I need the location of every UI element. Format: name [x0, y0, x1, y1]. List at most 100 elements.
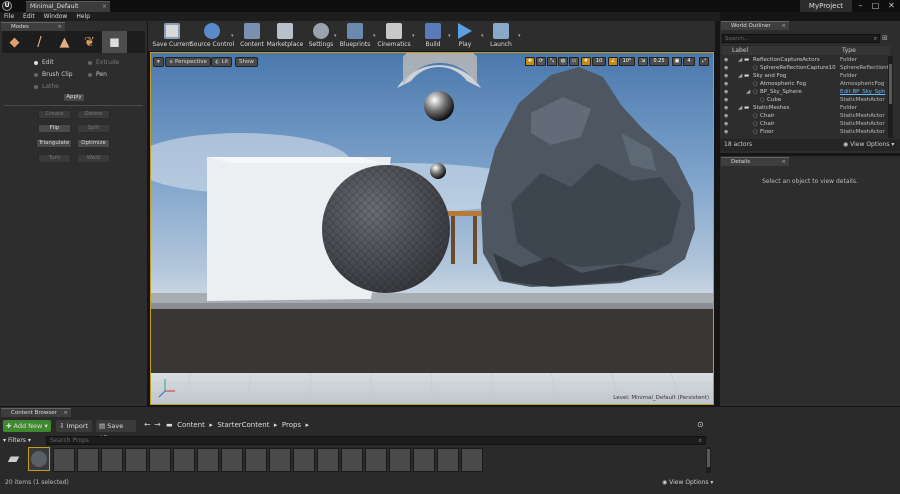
label-column-header[interactable]: Label: [732, 46, 748, 55]
level-viewport[interactable]: ▾ ◈ Perspective ◐ Lit Show ✥ ⟳ ⤡ ◍ ▭ # 1…: [150, 52, 714, 405]
scrollbar-thumb[interactable]: [889, 64, 892, 104]
asset-tile[interactable]: [101, 448, 123, 472]
eye-icon[interactable]: ◉: [724, 112, 728, 120]
maximize-button[interactable]: □: [868, 0, 883, 12]
outliner-view-options[interactable]: ◉ View Options ▾: [843, 141, 894, 148]
outliner-row[interactable]: ◉ ◌ Chair StaticMeshActor: [720, 112, 888, 120]
viewport-options-button[interactable]: ▾: [153, 57, 164, 67]
outliner-scrollbar[interactable]: [888, 56, 893, 138]
perspective-button[interactable]: ◈ Perspective: [165, 57, 211, 67]
scale-snap-value[interactable]: 0.25: [649, 57, 669, 66]
delete-button[interactable]: Delete: [77, 110, 110, 119]
close-window-button[interactable]: ✕: [884, 0, 899, 12]
asset-tile[interactable]: [53, 448, 75, 472]
asset-tile[interactable]: [317, 448, 339, 472]
outliner-row[interactable]: ◉ ◌ Floor StaticMeshActor: [720, 128, 888, 136]
play-button[interactable]: Play: [449, 21, 481, 51]
save-current-button[interactable]: Save Current: [150, 21, 194, 51]
source-control-button[interactable]: Source Control: [190, 21, 234, 51]
turn-button[interactable]: Turn: [38, 154, 71, 163]
outliner-search-input[interactable]: Search... ⌕: [722, 34, 880, 43]
grid-snap-icon[interactable]: #: [581, 57, 591, 66]
landscape-mode-icon[interactable]: ▲: [52, 31, 77, 53]
close-icon[interactable]: ×: [57, 23, 62, 31]
asset-tile[interactable]: [365, 448, 387, 472]
asset-tile[interactable]: [269, 448, 291, 472]
eye-icon[interactable]: ◉: [724, 128, 728, 136]
camera-speed-value[interactable]: 4: [683, 57, 695, 66]
chevron-down-icon[interactable]: ▾: [518, 33, 521, 39]
eye-icon[interactable]: ◉: [724, 88, 728, 96]
back-arrow-icon[interactable]: ←: [144, 420, 151, 429]
asset-tile[interactable]: [197, 448, 219, 472]
eye-icon[interactable]: ◉: [724, 80, 728, 88]
outliner-row[interactable]: ◉ ◌ Chair StaticMeshActor: [720, 120, 888, 128]
world-outliner-tab[interactable]: World Outliner ×: [721, 21, 789, 30]
asset-tile[interactable]: [437, 448, 459, 472]
expand-arrow-icon[interactable]: ◢: [738, 104, 742, 112]
marketplace-button[interactable]: Marketplace: [265, 21, 305, 51]
add-folder-icon[interactable]: ⊞: [882, 34, 888, 42]
rotation-snap-value[interactable]: 10°: [619, 57, 635, 66]
outliner-row[interactable]: ◉ ◢ ▬ StaticMeshes Folder: [720, 104, 888, 112]
optimize-button[interactable]: Optimize: [77, 139, 110, 148]
translate-tool-icon[interactable]: ✥: [525, 57, 535, 66]
scale-tool-icon[interactable]: ⤡: [547, 57, 557, 66]
surface-snap-icon[interactable]: ▭: [569, 57, 579, 66]
blueprints-button[interactable]: Blueprints: [336, 21, 374, 51]
geometry-mode-icon[interactable]: ◼: [102, 31, 127, 53]
place-mode-icon[interactable]: ◆: [2, 31, 27, 53]
import-button[interactable]: ⇩ Import: [56, 420, 92, 432]
split-button[interactable]: Split: [77, 124, 110, 133]
content-search-input[interactable]: Search Props ⌕: [46, 436, 706, 445]
content-scrollbar[interactable]: [706, 447, 711, 473]
rotation-snap-icon[interactable]: ∠: [608, 57, 618, 66]
forward-arrow-icon[interactable]: →: [154, 420, 161, 429]
expand-arrow-icon[interactable]: ◢: [746, 88, 750, 96]
chevron-down-icon[interactable]: ▾: [412, 33, 415, 39]
minimize-button[interactable]: –: [853, 0, 868, 12]
close-icon[interactable]: ×: [781, 158, 786, 166]
asset-tile[interactable]: [245, 448, 267, 472]
asset-tile[interactable]: [77, 448, 99, 472]
pen-radio[interactable]: Pen: [88, 71, 107, 78]
extrude-radio[interactable]: Extrude: [88, 59, 119, 66]
grid-snap-value[interactable]: 10: [592, 57, 606, 66]
weld-button[interactable]: Weld: [77, 154, 110, 163]
paint-mode-icon[interactable]: /: [27, 31, 52, 53]
rotate-tool-icon[interactable]: ⟳: [536, 57, 546, 66]
maximize-viewport-icon[interactable]: ⤢: [699, 57, 709, 66]
outliner-row[interactable]: ◉ ◌ Atmospheric Fog AtmosphericFog: [720, 80, 888, 88]
asset-tile[interactable]: [389, 448, 411, 472]
triangulate-button[interactable]: Triangulate: [36, 139, 72, 148]
close-icon[interactable]: ×: [63, 409, 68, 417]
world-local-icon[interactable]: ◍: [558, 57, 568, 66]
camera-speed-icon[interactable]: ▣: [672, 57, 682, 66]
flip-button[interactable]: Flip: [38, 124, 71, 133]
asset-tile[interactable]: [221, 448, 243, 472]
close-icon[interactable]: ×: [781, 22, 786, 30]
eye-icon[interactable]: ◉: [724, 96, 728, 104]
breadcrumb-startercontent[interactable]: StarterContent: [217, 421, 269, 429]
menu-file[interactable]: File: [4, 12, 14, 21]
expand-arrow-icon[interactable]: ◢: [738, 56, 742, 64]
edit-blueprint-link[interactable]: Edit BP_Sky_Sph: [840, 88, 885, 96]
outliner-row[interactable]: ◉ ◌ SphereReflectionCapture10 SphereReflect…: [720, 64, 891, 72]
lathe-radio[interactable]: Lathe: [34, 83, 59, 90]
menu-window[interactable]: Window: [44, 12, 68, 21]
level-tab[interactable]: Minimal_Default ×: [26, 1, 110, 12]
menu-help[interactable]: Help: [76, 12, 90, 21]
eye-icon[interactable]: ◉: [724, 64, 728, 72]
asset-tile[interactable]: [293, 448, 315, 472]
outliner-row[interactable]: ◉ ◌ Cube StaticMeshActor: [720, 96, 888, 104]
brush-clip-radio[interactable]: Brush Clip: [34, 71, 73, 78]
build-button[interactable]: Build: [416, 21, 450, 51]
asset-tile[interactable]: [173, 448, 195, 472]
launch-button[interactable]: Launch: [484, 21, 518, 51]
asset-tile[interactable]: [341, 448, 363, 472]
eye-icon[interactable]: ◉: [724, 56, 728, 64]
content-view-options[interactable]: ◉ View Options ▾: [662, 479, 713, 486]
expand-arrow-icon[interactable]: ◢: [738, 72, 742, 80]
scale-snap-icon[interactable]: ⇲: [638, 57, 648, 66]
save-all-button[interactable]: ▤ Save All: [96, 420, 136, 442]
